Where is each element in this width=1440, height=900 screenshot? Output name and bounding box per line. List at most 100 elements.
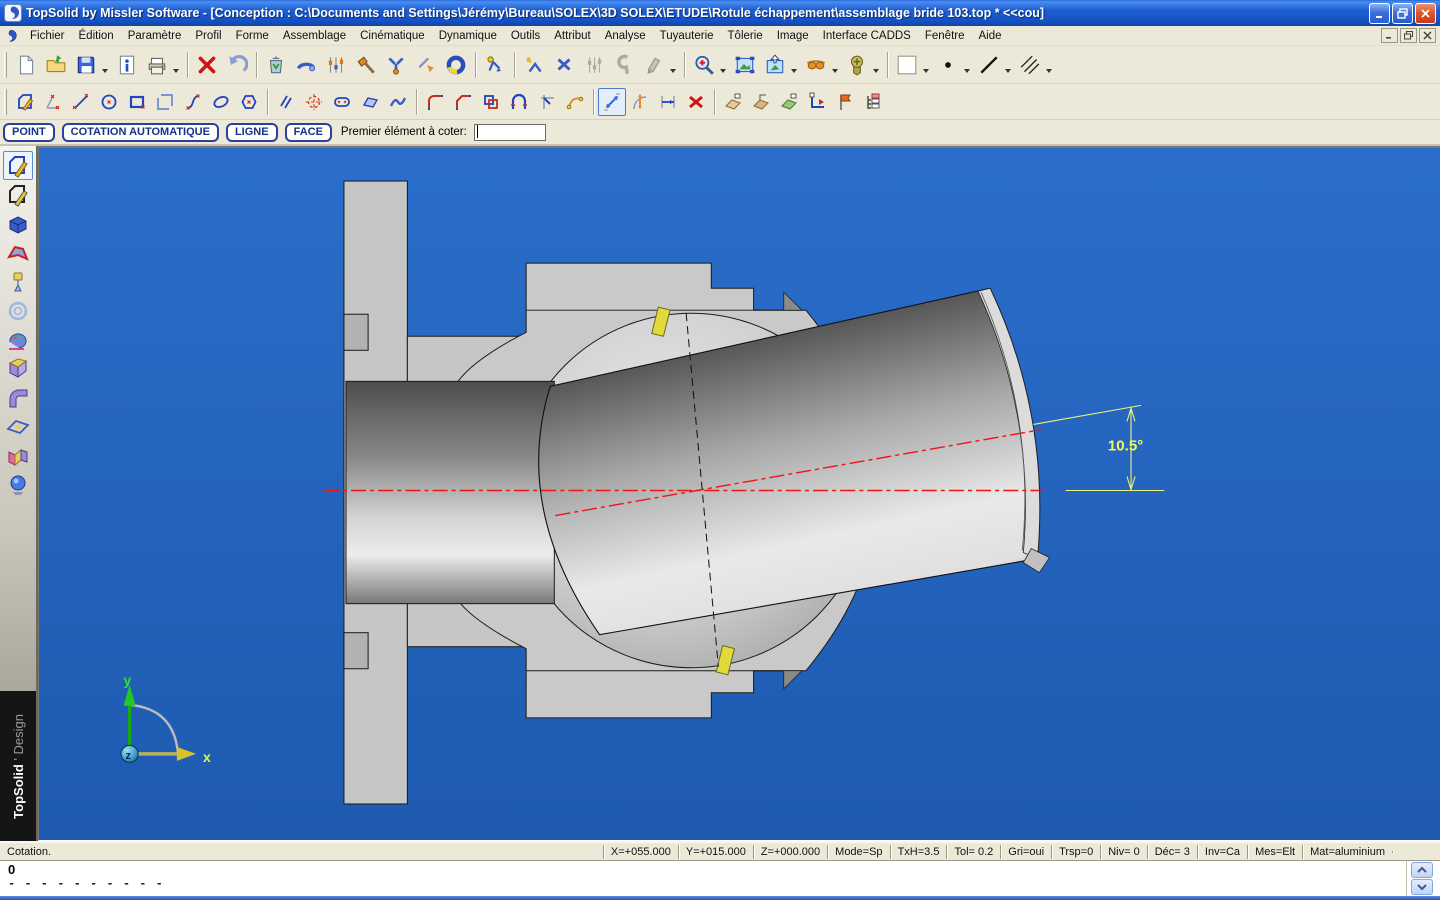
- sidebar-surface-button[interactable]: [3, 238, 33, 267]
- menu-assemblage[interactable]: Assemblage: [276, 28, 353, 44]
- sidebar-bearing-button[interactable]: [3, 296, 33, 325]
- wrench-arrow-button[interactable]: [411, 50, 441, 80]
- new-document-button[interactable]: [11, 50, 41, 80]
- print-button[interactable]: [142, 50, 172, 80]
- double-wrench-button[interactable]: [381, 50, 411, 80]
- color-swatch-button[interactable]: [892, 50, 922, 80]
- scroll-down-button[interactable]: [1411, 879, 1433, 895]
- rectangle-button[interactable]: [123, 88, 151, 116]
- menu-fichier[interactable]: Fichier: [23, 28, 72, 44]
- polygon-button[interactable]: [235, 88, 263, 116]
- fillet-corner-button[interactable]: [421, 88, 449, 116]
- arch-slot-button[interactable]: [505, 88, 533, 116]
- menu-forme[interactable]: Forme: [229, 28, 276, 44]
- tools-hammer-button[interactable]: [351, 50, 381, 80]
- toolbar-grip[interactable]: [4, 89, 7, 115]
- sidebar-bend-button[interactable]: [3, 354, 33, 383]
- menu-outils[interactable]: Outils: [504, 28, 547, 44]
- document-info-button[interactable]: [112, 50, 142, 80]
- ellipse-button[interactable]: [207, 88, 235, 116]
- slot-button[interactable]: [328, 88, 356, 116]
- angle-dimension-button[interactable]: [626, 88, 654, 116]
- save-dropdown[interactable]: [102, 69, 108, 73]
- pan-dropdown[interactable]: [791, 69, 797, 73]
- sidebar-elbow-button[interactable]: [3, 383, 33, 412]
- sidebar-solid-block-button[interactable]: [3, 209, 33, 238]
- ligne-button[interactable]: LIGNE: [226, 123, 278, 142]
- sidebar-plate-button[interactable]: [3, 412, 33, 441]
- line-segment-button[interactable]: [67, 88, 95, 116]
- point-button[interactable]: POINT: [3, 123, 55, 142]
- open-folder-button[interactable]: [41, 50, 71, 80]
- sketch-contour-button[interactable]: [11, 88, 39, 116]
- frame-button[interactable]: [151, 88, 179, 116]
- minimize-button[interactable]: [1369, 3, 1390, 24]
- delete-button[interactable]: [192, 50, 222, 80]
- zoom-fit-button[interactable]: [730, 50, 760, 80]
- hatch-style-dropdown[interactable]: [1046, 69, 1052, 73]
- boolean-shapes-button[interactable]: [477, 88, 505, 116]
- cotation-automatique-button[interactable]: COTATION AUTOMATIQUE: [62, 123, 219, 142]
- sidebar-piston-button[interactable]: [3, 267, 33, 296]
- zoom-plus-button[interactable]: [689, 50, 719, 80]
- mdi-close-button[interactable]: [1419, 28, 1436, 43]
- render-dropdown[interactable]: [832, 69, 838, 73]
- operation-arrows-button[interactable]: [480, 50, 510, 80]
- restore-button[interactable]: [1392, 3, 1413, 24]
- menu-cinematique[interactable]: Cinématique: [353, 28, 432, 44]
- color-dropdown[interactable]: [923, 69, 929, 73]
- attribute-sliders-button[interactable]: [321, 50, 351, 80]
- torus-button[interactable]: [441, 50, 471, 80]
- workplane-brown-button[interactable]: [747, 88, 775, 116]
- viewport-canvas[interactable]: 10.5° y x z: [39, 148, 1440, 840]
- sidebar-sketch-3d-button[interactable]: [3, 180, 33, 209]
- measure-disabled-button[interactable]: [609, 50, 639, 80]
- pan-view-button[interactable]: [760, 50, 790, 80]
- save-button[interactable]: [71, 50, 101, 80]
- curve-handles-button[interactable]: [561, 88, 589, 116]
- spline-button[interactable]: [179, 88, 207, 116]
- tree-list-button[interactable]: [859, 88, 887, 116]
- inlet-pipe[interactable]: [346, 381, 554, 603]
- render-glasses-button[interactable]: [801, 50, 831, 80]
- trim-lines-button[interactable]: [533, 88, 561, 116]
- toolbar-grip[interactable]: [4, 52, 7, 78]
- hand-pen-disabled-button[interactable]: [639, 50, 669, 80]
- recycle-bin-button[interactable]: [261, 50, 291, 80]
- undo-button[interactable]: [222, 50, 252, 80]
- menu-analyse[interactable]: Analyse: [598, 28, 653, 44]
- hatch-style-button[interactable]: [1015, 50, 1045, 80]
- sliders-disabled-button[interactable]: [579, 50, 609, 80]
- circle-button[interactable]: [95, 88, 123, 116]
- dimension-button[interactable]: [598, 88, 626, 116]
- horizontal-dimension-button[interactable]: [654, 88, 682, 116]
- hand-pen-dropdown[interactable]: [670, 69, 676, 73]
- sidebar-palette-button[interactable]: [3, 325, 33, 354]
- parallel-lines-button[interactable]: [272, 88, 300, 116]
- print-dropdown[interactable]: [173, 69, 179, 73]
- tolerance-flag-button[interactable]: [831, 88, 859, 116]
- prompt-input[interactable]: [474, 124, 546, 141]
- menu-fenetre[interactable]: Fenêtre: [918, 28, 972, 44]
- sidebar-render-button[interactable]: [3, 470, 33, 499]
- mdi-minimize-button[interactable]: [1381, 28, 1398, 43]
- menu-attribut[interactable]: Attribut: [547, 28, 597, 44]
- menu-aide[interactable]: Aide: [972, 28, 1009, 44]
- screw-dropdown[interactable]: [873, 69, 879, 73]
- menu-parametre[interactable]: Paramètre: [121, 28, 189, 44]
- blue-cross-button[interactable]: [549, 50, 579, 80]
- line-style-dropdown[interactable]: [1005, 69, 1011, 73]
- menu-tolerie[interactable]: Tôlerie: [721, 28, 770, 44]
- sidebar-contour-pencil-button[interactable]: [3, 151, 33, 180]
- point-style-dropdown[interactable]: [964, 69, 970, 73]
- menu-dynamique[interactable]: Dynamique: [432, 28, 504, 44]
- mdi-restore-button[interactable]: [1400, 28, 1417, 43]
- construction-point-button[interactable]: [39, 88, 67, 116]
- wave-surface-button[interactable]: [384, 88, 412, 116]
- chamfer-corner-button[interactable]: [449, 88, 477, 116]
- target-point-button[interactable]: [300, 88, 328, 116]
- screw-view-button[interactable]: [842, 50, 872, 80]
- menu-profil[interactable]: Profil: [188, 28, 228, 44]
- line-style-button[interactable]: [974, 50, 1004, 80]
- workplane-green-button[interactable]: [775, 88, 803, 116]
